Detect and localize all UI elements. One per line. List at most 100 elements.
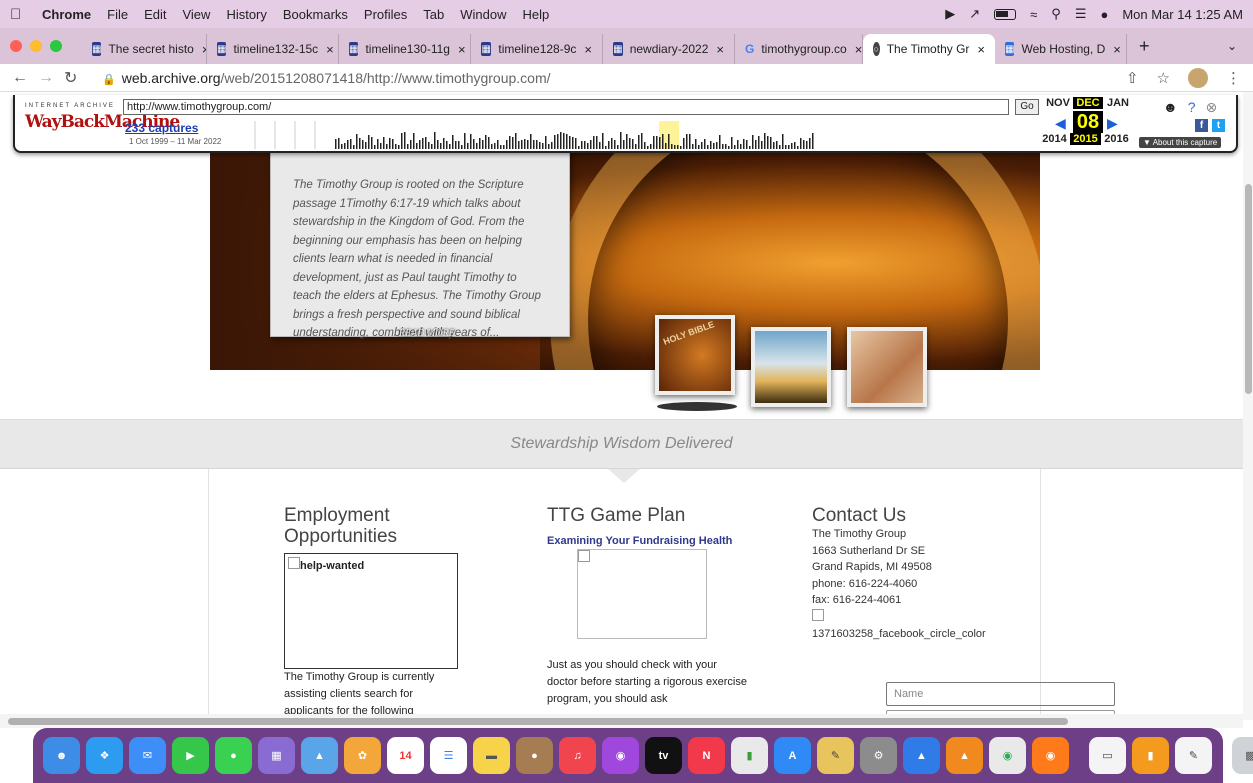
- minimize-window-button[interactable]: [30, 40, 42, 52]
- mail-icon[interactable]: ✉: [129, 737, 166, 774]
- news-icon[interactable]: N: [688, 737, 725, 774]
- new-tab-button[interactable]: +: [1139, 36, 1150, 57]
- app-store-icon[interactable]: A: [774, 737, 811, 774]
- close-icon[interactable]: ⊗: [1206, 99, 1218, 116]
- bookmark-star-icon[interactable]: ☆: [1157, 69, 1170, 87]
- close-icon[interactable]: ×: [1113, 42, 1121, 57]
- profile-avatar[interactable]: [1188, 67, 1208, 88]
- menu-app-name[interactable]: Chrome: [42, 7, 91, 22]
- tab-timeline130[interactable]: ▦ timeline130-11g ×: [339, 34, 471, 64]
- menu-history[interactable]: History: [226, 7, 266, 22]
- prev-capture-arrow-icon[interactable]: ◀: [1055, 115, 1066, 132]
- tab-timeline132[interactable]: ▦ timeline132-15c ×: [207, 34, 339, 64]
- horizontal-scrollbar[interactable]: [0, 714, 1243, 728]
- close-icon[interactable]: ×: [326, 42, 334, 57]
- tab-secret-history[interactable]: ▦ The secret histo ×: [82, 34, 207, 64]
- close-icon[interactable]: ×: [458, 42, 466, 57]
- search-icon[interactable]: ⚲: [1051, 6, 1061, 22]
- wayback-url-input[interactable]: http://www.timothygroup.com/: [123, 99, 1009, 115]
- close-icon[interactable]: ×: [716, 42, 724, 57]
- year-next[interactable]: 2016: [1101, 133, 1132, 145]
- name-input[interactable]: Name: [886, 682, 1115, 706]
- reminders-icon[interactable]: ☰: [430, 737, 467, 774]
- twitter-icon[interactable]: t: [1212, 119, 1225, 132]
- month-next[interactable]: JAN: [1103, 97, 1133, 109]
- facebook-icon[interactable]: f: [1195, 119, 1208, 132]
- tab-timeline128[interactable]: ▦ timeline128-9c ×: [471, 34, 603, 64]
- tab-web-hosting[interactable]: ▦ Web Hosting, D ×: [995, 34, 1127, 64]
- reload-icon[interactable]: ↻: [64, 68, 90, 88]
- podcasts-icon[interactable]: ◉: [602, 737, 639, 774]
- wayback-go-button[interactable]: Go: [1015, 99, 1039, 115]
- close-icon[interactable]: ×: [977, 42, 985, 57]
- safari-icon[interactable]: ❖: [86, 737, 123, 774]
- notes-icon[interactable]: ▬: [473, 737, 510, 774]
- photos-icon[interactable]: ✿: [344, 737, 381, 774]
- tab-timothy-group-active[interactable]: ○ The Timothy Gr ×: [863, 34, 995, 64]
- menu-window[interactable]: Window: [460, 7, 506, 22]
- keynote-icon[interactable]: ▲: [903, 737, 940, 774]
- tab-google-timothygroup[interactable]: G timothygroup.co ×: [735, 34, 863, 64]
- tv-icon[interactable]: tv: [645, 737, 682, 774]
- facebook-image-alt[interactable]: 1371603258_facebook_circle_color: [812, 626, 1032, 643]
- system-preferences-icon[interactable]: ⚙: [860, 737, 897, 774]
- menu-edit[interactable]: Edit: [144, 7, 166, 22]
- close-icon[interactable]: ×: [855, 42, 862, 57]
- menu-help[interactable]: Help: [523, 7, 550, 22]
- close-icon[interactable]: ×: [584, 42, 592, 57]
- url-field[interactable]: 🔒 web.archive.org/web/20151208071418/http…: [102, 70, 551, 86]
- calendar-icon[interactable]: 14: [387, 737, 424, 774]
- menu-file[interactable]: File: [107, 7, 128, 22]
- menu-view[interactable]: View: [182, 7, 210, 22]
- slider-thumb-sunset[interactable]: [751, 327, 831, 407]
- forward-arrow-icon[interactable]: →: [38, 69, 64, 87]
- numbers-icon[interactable]: ▮: [731, 737, 768, 774]
- script-editor-icon[interactable]: ✎: [817, 737, 854, 774]
- slider-thumb-desk[interactable]: [847, 327, 927, 407]
- next-capture-arrow-icon[interactable]: ▶: [1107, 115, 1118, 132]
- apple-icon[interactable]: : [10, 6, 28, 23]
- menu-profiles[interactable]: Profiles: [364, 7, 407, 22]
- close-window-button[interactable]: [10, 40, 22, 52]
- year-prev[interactable]: 2014: [1039, 133, 1070, 145]
- textedit-icon[interactable]: ✎: [1175, 737, 1212, 774]
- horizontal-scroll-thumb[interactable]: [8, 718, 1068, 725]
- back-arrow-icon[interactable]: ←: [12, 69, 38, 87]
- wifi-icon[interactable]: ≈: [1030, 7, 1037, 22]
- capture-sparkline[interactable]: [235, 121, 1035, 149]
- vlc-icon[interactable]: ▲: [946, 737, 983, 774]
- facetime-icon[interactable]: ▶: [172, 737, 209, 774]
- music-icon[interactable]: ♫: [559, 737, 596, 774]
- share-icon[interactable]: ⇧: [1126, 69, 1139, 87]
- control-center-icon[interactable]: ☰: [1075, 6, 1087, 22]
- kebab-menu-icon[interactable]: ⋮: [1226, 69, 1241, 87]
- menu-bookmarks[interactable]: Bookmarks: [283, 7, 348, 22]
- chrome-icon[interactable]: ◉: [989, 737, 1026, 774]
- captures-link[interactable]: 233 captures: [125, 121, 198, 135]
- messages-icon[interactable]: ●: [215, 737, 252, 774]
- user-icon[interactable]: ☻: [1163, 99, 1178, 116]
- trash-icon[interactable]: ▩: [1232, 737, 1253, 774]
- document-icon[interactable]: ▭: [1089, 737, 1126, 774]
- firefox-icon[interactable]: ◉: [1032, 737, 1069, 774]
- vertical-scroll-thumb[interactable]: [1245, 184, 1252, 394]
- help-icon[interactable]: ?: [1188, 99, 1196, 116]
- tab-newdiary[interactable]: ▦ newdiary-2022 ×: [603, 34, 735, 64]
- menu-tab[interactable]: Tab: [423, 7, 444, 22]
- siri-icon[interactable]: ●: [1100, 7, 1108, 22]
- cursor-icon[interactable]: ↗: [969, 6, 980, 22]
- clock[interactable]: Mon Mar 14 1:25 AM: [1122, 7, 1243, 22]
- finder-icon[interactable]: ☻: [43, 737, 80, 774]
- month-prev[interactable]: NOV: [1043, 97, 1073, 109]
- read-more-link[interactable]: READ MORE: [399, 328, 455, 339]
- vertical-scrollbar[interactable]: [1243, 92, 1253, 720]
- chevron-down-icon[interactable]: ⌄: [1227, 39, 1237, 53]
- play-icon[interactable]: ▶: [945, 6, 955, 22]
- battery-icon[interactable]: [994, 8, 1017, 20]
- launchpad-icon[interactable]: ▦: [258, 737, 295, 774]
- about-capture-button[interactable]: ▼ About this capture: [1139, 137, 1222, 148]
- zoom-window-button[interactable]: [50, 40, 62, 52]
- contacts-icon[interactable]: ●: [516, 737, 553, 774]
- fundraising-health-link[interactable]: Examining Your Fundraising Health: [547, 534, 747, 549]
- maps-icon[interactable]: ▲: [301, 737, 338, 774]
